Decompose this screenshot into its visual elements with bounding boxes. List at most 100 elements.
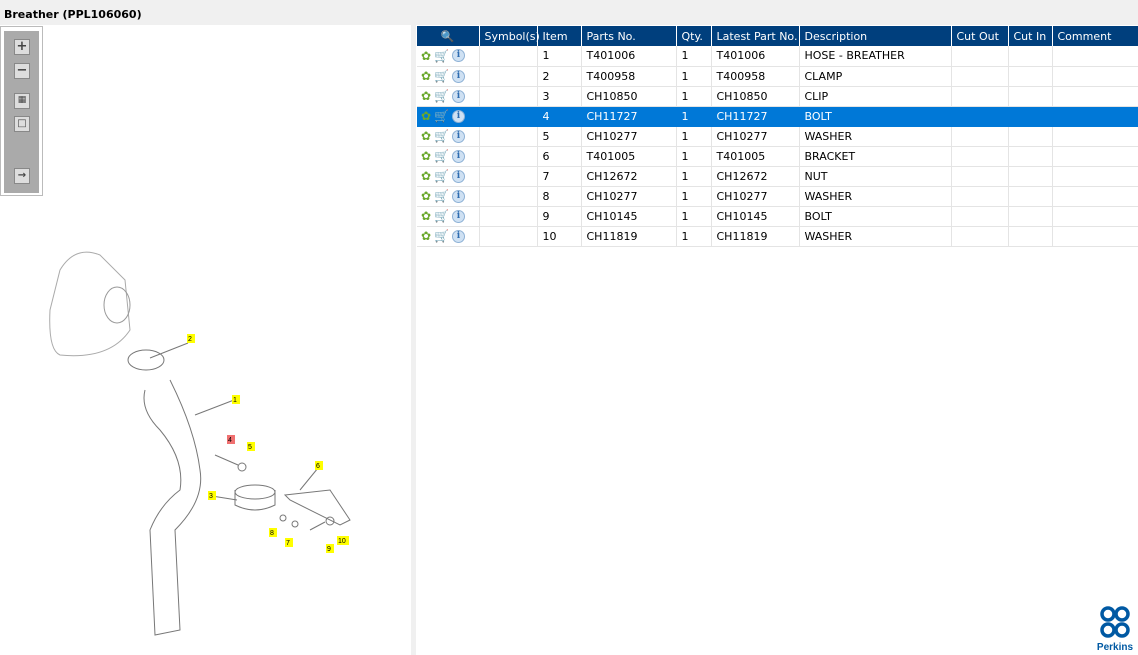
cart-icon[interactable]: 🛒 [434,49,449,63]
cart-icon[interactable]: 🛒 [434,69,449,83]
latest-part-no-cell: CH10145 [711,206,800,227]
fit-all-button[interactable]: ▦ [14,93,30,109]
cart-icon[interactable]: 🛒 [434,129,449,143]
row-actions: ✿ 🛒 i [417,46,480,67]
gear-icon[interactable]: ✿ [421,229,431,243]
column-description[interactable]: Description [799,26,952,46]
column-comment[interactable]: Comment [1052,26,1138,46]
column-symbols[interactable]: Symbol(s) [479,26,540,46]
info-icon[interactable]: i [452,69,466,83]
description-cell: WASHER [799,186,952,207]
comment-cell [1052,126,1138,147]
table-row[interactable]: ✿ 🛒 i 6 T401005 1 T401005 BRACKET [417,146,1138,167]
info-icon[interactable]: i [452,189,466,203]
gear-icon[interactable]: ✿ [421,129,431,143]
gear-icon[interactable]: ✿ [421,189,431,203]
info-icon[interactable]: i [452,229,466,243]
cart-icon[interactable]: 🛒 [434,109,449,123]
symbols-cell [479,106,538,127]
latest-part-no-cell: T400958 [711,66,800,87]
qty-cell: 1 [676,206,712,227]
item-cell: 5 [537,126,582,147]
item-cell: 7 [537,166,582,187]
column-cut-out[interactable]: Cut Out [951,26,1009,46]
zoom-in-button[interactable]: + [14,39,30,55]
table-row[interactable]: ✿ 🛒 i 4 CH11727 1 CH11727 BOLT [417,106,1138,127]
table-row[interactable]: ✿ 🛒 i 3 CH10850 1 CH10850 CLIP [417,86,1138,107]
cut-out-cell [951,226,1009,247]
table-row[interactable]: ✿ 🛒 i 9 CH10145 1 CH10145 BOLT [417,206,1138,227]
cut-in-cell [1008,146,1053,167]
qty-cell: 1 [676,146,712,167]
gear-icon[interactable]: ✿ [421,89,431,103]
gear-icon[interactable]: ✿ [421,149,431,163]
latest-part-no-cell: CH12672 [711,166,800,187]
cut-out-cell [951,166,1009,187]
comment-cell [1052,86,1138,107]
export-button[interactable]: → [14,168,30,184]
fit-window-button[interactable]: □ [14,116,30,132]
logo-text: Perkins [1096,642,1134,653]
latest-part-no-cell: CH10850 [711,86,800,107]
info-icon[interactable]: i [452,89,466,103]
cut-in-cell [1008,226,1053,247]
qty-cell: 1 [676,86,712,107]
latest-part-no-cell: CH10277 [711,126,800,147]
comment-cell [1052,206,1138,227]
column-search-icon[interactable]: 🔍 [417,26,480,46]
cart-icon[interactable]: 🛒 [434,149,449,163]
item-cell: 4 [537,106,582,127]
parts-no-cell: CH12672 [581,166,677,187]
info-icon[interactable]: i [452,169,466,183]
item-cell: 2 [537,66,582,87]
gear-icon[interactable]: ✿ [421,169,431,183]
info-icon[interactable]: i [452,109,466,123]
table-row[interactable]: ✿ 🛒 i 1 T401006 1 T401006 HOSE - BREATHER [417,46,1138,67]
qty-cell: 1 [676,126,712,147]
qty-cell: 1 [676,66,712,87]
description-cell: WASHER [799,126,952,147]
description-cell: BOLT [799,206,952,227]
description-cell: BRACKET [799,146,952,167]
panel-splitter[interactable] [411,25,416,655]
symbols-cell [479,146,538,167]
cart-icon[interactable]: 🛒 [434,189,449,203]
callout-3-label: 3 [209,493,213,500]
info-icon[interactable]: i [452,149,466,163]
column-latest-part-no[interactable]: Latest Part No. [711,26,800,46]
item-cell: 3 [537,86,582,107]
column-cut-in[interactable]: Cut In [1008,26,1053,46]
gear-icon[interactable]: ✿ [421,209,431,223]
column-parts-no[interactable]: Parts No. [581,26,677,46]
table-row[interactable]: ✿ 🛒 i 7 CH12672 1 CH12672 NUT [417,166,1138,187]
qty-cell: 1 [676,226,712,247]
description-cell: NUT [799,166,952,187]
gear-icon[interactable]: ✿ [421,49,431,63]
item-cell: 10 [537,226,582,247]
item-cell: 8 [537,186,582,207]
callout-5-label: 5 [248,444,252,451]
cart-icon[interactable]: 🛒 [434,229,449,243]
column-item[interactable]: Item [537,26,582,46]
info-icon[interactable]: i [452,209,466,223]
table-row[interactable]: ✿ 🛒 i 8 CH10277 1 CH10277 WASHER [417,186,1138,207]
comment-cell [1052,46,1138,67]
zoom-out-button[interactable]: − [14,63,30,79]
comment-cell [1052,66,1138,87]
table-row[interactable]: ✿ 🛒 i 5 CH10277 1 CH10277 WASHER [417,126,1138,147]
cart-icon[interactable]: 🛒 [434,169,449,183]
column-qty[interactable]: Qty. [676,26,712,46]
latest-part-no-cell: CH10277 [711,186,800,207]
cart-icon[interactable]: 🛒 [434,89,449,103]
table-row[interactable]: ✿ 🛒 i 10 CH11819 1 CH11819 WASHER [417,226,1138,247]
cart-icon[interactable]: 🛒 [434,209,449,223]
info-icon[interactable]: i [452,129,466,143]
table-row[interactable]: ✿ 🛒 i 2 T400958 1 T400958 CLAMP [417,66,1138,87]
gear-icon[interactable]: ✿ [421,69,431,83]
parts-no-cell: CH11727 [581,106,677,127]
info-icon[interactable]: i [452,49,466,63]
symbols-cell [479,46,538,67]
callout-1-label: 1 [233,397,237,404]
gear-icon[interactable]: ✿ [421,109,431,123]
latest-part-no-cell: CH11727 [711,106,800,127]
